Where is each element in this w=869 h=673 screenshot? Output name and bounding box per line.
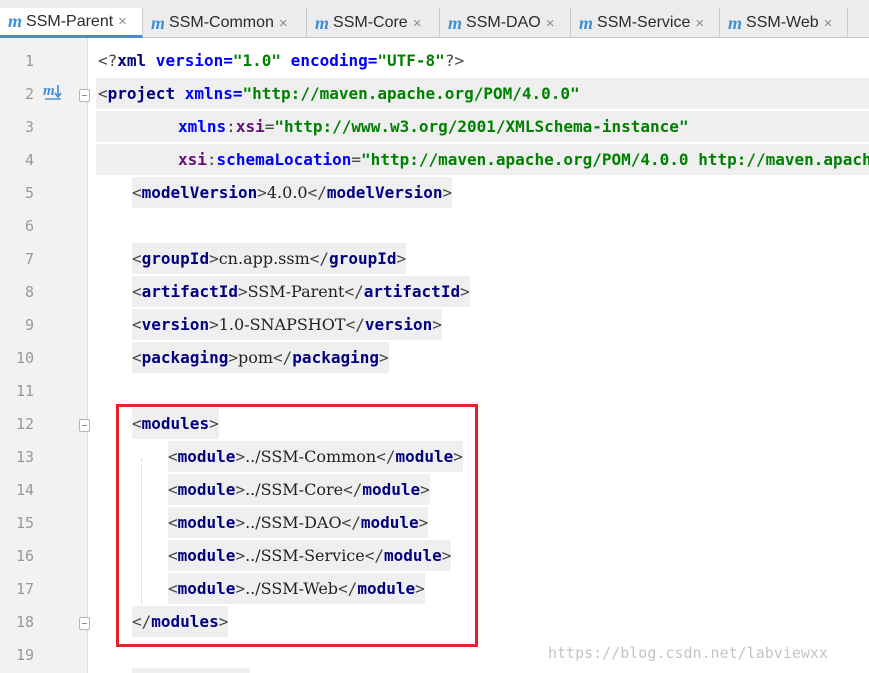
code-line-8: <artifactId>SSM-Parent</artifactId> [132,276,470,307]
close-icon[interactable]: × [279,15,288,32]
svg-text:m: m [43,83,55,99]
close-icon[interactable]: × [413,15,422,32]
line-number: 3 [24,118,34,136]
code-line-10: <packaging>pom</packaging> [132,342,389,373]
tab-label: SSM-Core [333,14,408,31]
line-number: 11 [15,382,34,400]
line-number: 2 [24,85,34,103]
close-icon[interactable]: × [695,15,704,32]
tab-ssm-dao[interactable]: m SSM-DAO × [440,8,571,38]
line-number: 19 [15,646,34,664]
modules-highlight-box [116,404,478,647]
tab-ssm-parent[interactable]: m SSM-Parent × [0,8,143,38]
tab-ssm-web[interactable]: m SSM-Web × [720,8,848,38]
line-number: 13 [15,448,34,466]
line-number: 15 [15,514,34,532]
maven-project-icon[interactable]: m [42,82,64,102]
tab-label: SSM-Parent [26,12,114,30]
code-line-2: <project xmlns="http://maven.apache.org/… [96,78,869,109]
maven-module-icon: m [728,12,743,33]
line-number: 8 [24,283,34,301]
line-number: 17 [15,580,34,598]
code-line-4: xsi:schemaLocation="http://maven.apache.… [96,144,869,175]
line-number: 1 [24,52,34,70]
tab-label: SSM-Web [746,14,819,31]
close-icon[interactable]: × [546,15,555,32]
line-number: 12 [15,415,34,433]
maven-module-icon: m [448,12,463,33]
line-number: 4 [24,151,34,169]
code-line-9: <version>1.0-SNAPSHOT</version> [132,309,442,340]
line-number: 9 [24,316,34,334]
code-editor[interactable]: 1 2 3 4 5 6 7 8 9 10 11 12 13 14 15 16 1… [0,38,869,673]
watermark: https://blog.csdn.net/labviewxx [548,644,828,662]
close-icon[interactable]: × [118,13,127,30]
maven-module-icon: m [579,12,594,33]
tab-label: SSM-Service [597,14,691,31]
tab-label: SSM-DAO [466,14,541,31]
maven-module-icon: m [151,12,166,33]
line-number: 14 [15,481,34,499]
maven-module-icon: m [315,12,330,33]
tab-label: SSM-Common [169,14,274,31]
editor-tab-bar: m SSM-Parent × m SSM-Common × m SSM-Core… [0,0,869,38]
code-line-7: <groupId>cn.app.ssm</groupId> [132,243,407,274]
line-number: 16 [15,547,34,565]
line-number: 18 [15,613,34,631]
code-line-3: xmlns:xsi="http://www.w3.org/2001/XMLSch… [96,111,869,142]
fold-marker-icon[interactable] [79,419,90,432]
line-gutter: 1 2 3 4 5 6 7 8 9 10 11 12 13 14 15 16 1… [0,38,90,673]
fold-marker-icon[interactable] [79,617,90,630]
line-number: 6 [24,217,34,235]
fold-marker-icon[interactable] [79,89,90,102]
close-icon[interactable]: × [824,15,833,32]
line-number: 7 [24,250,34,268]
tab-ssm-service[interactable]: m SSM-Service × [571,8,720,38]
line-number: 5 [24,184,34,202]
code-line-1: <?xml version="1.0" encoding="UTF-8"?> [98,51,465,70]
tab-ssm-common[interactable]: m SSM-Common × [143,8,307,38]
code-line-5: <modelVersion>4.0.0</modelVersion> [132,177,453,208]
line-number: 10 [15,349,34,367]
next-line-highlight [132,668,250,673]
maven-module-icon: m [8,11,23,31]
tab-ssm-core[interactable]: m SSM-Core × [307,8,440,38]
